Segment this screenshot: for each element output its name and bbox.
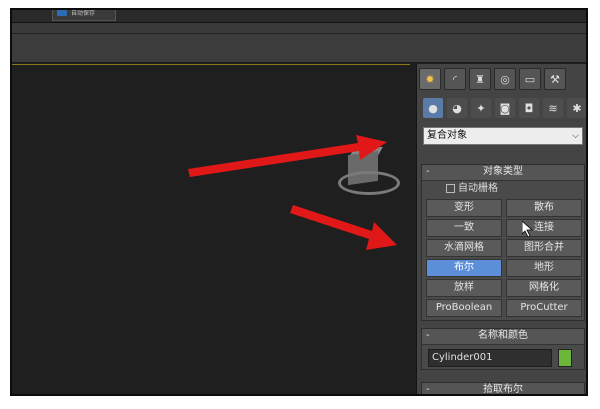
arrow-to-object xyxy=(188,135,387,177)
annotation-arrows xyxy=(188,135,397,250)
mouse-cursor-icon xyxy=(522,221,534,237)
arrow-to-panel xyxy=(290,205,397,250)
